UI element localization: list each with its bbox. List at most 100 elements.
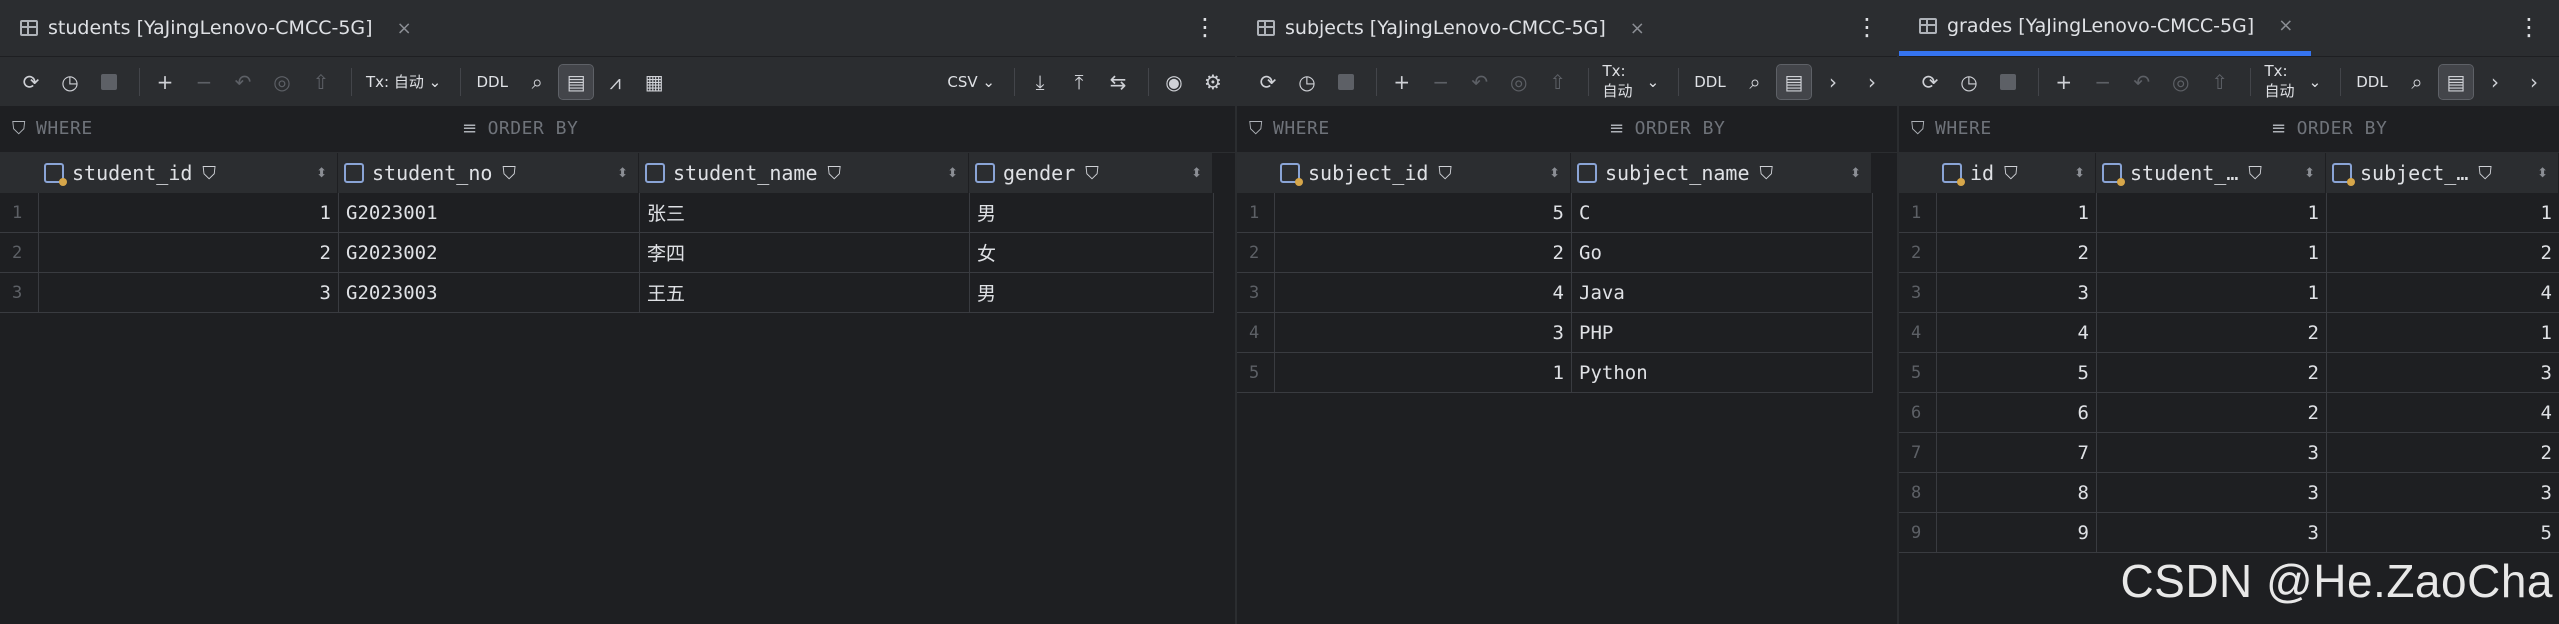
table-row[interactable]: 2 2 1 2 [1899, 233, 2559, 273]
where-filter[interactable]: ⛉ WHERE [1911, 118, 1992, 139]
cell-id[interactable]: 6 [1936, 393, 2096, 432]
cell-subject-id[interactable]: 2 [2326, 433, 2559, 472]
cell-id[interactable]: 9 [1936, 513, 2096, 552]
add-row-icon[interactable]: + [1385, 65, 1419, 99]
stop-icon[interactable] [92, 65, 126, 99]
column-header-subject-name[interactable]: subject_name ⛉ ⬍ [1571, 153, 1872, 193]
column-filter-icon[interactable]: ⛉ [502, 163, 516, 184]
cell-id[interactable]: 5 [1936, 353, 2096, 392]
compare-icon[interactable]: ⇆ [1101, 65, 1135, 99]
history-icon[interactable]: ◷ [53, 65, 87, 99]
cell-subject-name[interactable]: C [1571, 193, 1873, 232]
delete-row-icon[interactable]: − [1424, 65, 1458, 99]
cell-student-id[interactable]: 1 [2096, 233, 2326, 272]
download-icon[interactable]: ⤓ [1023, 65, 1057, 99]
column-header-id[interactable]: id ⛉ ⬍ [1936, 153, 2096, 193]
cell-subject-id[interactable]: 4 [2326, 273, 2559, 312]
table-row[interactable]: 2 2 Go [1237, 233, 1873, 273]
close-icon[interactable]: × [1630, 18, 1645, 39]
cell-subject-id[interactable]: 5 [2326, 513, 2559, 552]
close-icon[interactable]: × [2278, 15, 2293, 36]
stop-icon[interactable] [1991, 65, 2025, 99]
cell-student-id[interactable]: 2 [2096, 393, 2326, 432]
table-settings-icon[interactable]: ▦ [637, 65, 671, 99]
where-filter[interactable]: ⛉ WHERE [1249, 118, 1330, 139]
table-row[interactable]: 9 9 3 5 [1899, 513, 2559, 553]
more-options-icon[interactable]: ⋮ [1855, 12, 1879, 42]
cell-gender[interactable]: 男 [969, 193, 1214, 232]
cell-subject-id[interactable]: 4 [1274, 273, 1571, 312]
cell-subject-id[interactable]: 1 [1274, 353, 1571, 392]
column-filter-icon[interactable]: ⛉ [202, 163, 216, 184]
cell-student-no[interactable]: G2023001 [338, 193, 639, 232]
table-row[interactable]: 4 4 2 1 [1899, 313, 2559, 353]
refresh-icon[interactable]: ⟳ [1251, 65, 1285, 99]
cell-subject-id[interactable]: 2 [2326, 233, 2559, 272]
history-icon[interactable]: ◷ [1290, 65, 1324, 99]
gear-icon[interactable]: ⚙ [1196, 65, 1230, 99]
cell-student-id[interactable]: 1 [2096, 273, 2326, 312]
close-icon[interactable]: × [397, 18, 412, 39]
sort-arrows-icon[interactable]: ⬍ [1549, 166, 1560, 181]
search-icon[interactable]: ⌕ [520, 65, 554, 99]
more-options-icon[interactable]: ⋮ [2517, 12, 2541, 42]
cell-subject-name[interactable]: PHP [1571, 313, 1873, 352]
cell-student-id[interactable]: 2 [38, 233, 338, 272]
cell-student-id[interactable]: 3 [2096, 513, 2326, 552]
column-filter-icon[interactable]: ⛉ [1760, 163, 1774, 184]
cell-subject-name[interactable]: Java [1571, 273, 1873, 312]
submit-icon[interactable]: ⇧ [304, 65, 338, 99]
sort-arrows-icon[interactable]: ⬍ [1850, 166, 1861, 181]
where-filter[interactable]: ⛉ WHERE [12, 118, 93, 139]
table-row[interactable]: 3 3 G2023003 王五 男 [0, 273, 1214, 313]
cell-subject-id[interactable]: 3 [2326, 353, 2559, 392]
cell-subject-id[interactable]: 3 [1274, 313, 1571, 352]
cell-id[interactable]: 4 [1936, 313, 2096, 352]
value-view-icon[interactable]: ▤ [558, 63, 595, 100]
submit-icon[interactable]: ⇧ [1541, 65, 1575, 99]
more-tools-chevron-icon[interactable]: › [1816, 65, 1850, 99]
cell-student-name[interactable]: 张三 [639, 193, 969, 232]
table-row[interactable]: 5 5 2 3 [1899, 353, 2559, 393]
value-view-icon[interactable]: ▤ [2437, 63, 2474, 100]
cell-student-name[interactable]: 王五 [639, 273, 969, 312]
cell-student-id[interactable]: 1 [2096, 193, 2326, 232]
column-header-subject-id[interactable]: subject_… ⛉ ⬍ [2326, 153, 2559, 193]
cell-student-id[interactable]: 2 [2096, 313, 2326, 352]
transaction-mode-dropdown[interactable]: Tx: 自动 ⌄ [1597, 62, 1666, 100]
table-row[interactable]: 1 5 C [1237, 193, 1873, 233]
column-header-student-no[interactable]: student_no ⛉ ⬍ [338, 153, 639, 193]
overflow-chevron-icon[interactable]: › [1855, 65, 1889, 99]
column-filter-icon[interactable]: ⛉ [1438, 163, 1452, 184]
cell-id[interactable]: 8 [1936, 473, 2096, 512]
column-filter-icon[interactable]: ⛉ [828, 163, 842, 184]
chart-icon[interactable]: ⩘ [598, 65, 632, 99]
sort-arrows-icon[interactable]: ⬍ [2074, 166, 2085, 181]
submit-icon[interactable]: ⇧ [2203, 65, 2237, 99]
table-row[interactable]: 5 1 Python [1237, 353, 1873, 393]
cell-id[interactable]: 7 [1936, 433, 2096, 472]
cell-subject-name[interactable]: Python [1571, 353, 1873, 392]
search-icon[interactable]: ⌕ [2400, 65, 2434, 99]
order-by-filter[interactable]: ≡ ORDER BY [2271, 118, 2387, 139]
cell-subject-id[interactable]: 3 [2326, 473, 2559, 512]
tab-grades[interactable]: grades [YaJingLenovo-CMCC-5G] × [1899, 0, 2312, 56]
table-row[interactable]: 4 3 PHP [1237, 313, 1873, 353]
view-changes-icon[interactable]: ◎ [1502, 65, 1536, 99]
table-row[interactable]: 1 1 G2023001 张三 男 [0, 193, 1214, 233]
cell-subject-id[interactable]: 4 [2326, 393, 2559, 432]
table-row[interactable]: 2 2 G2023002 李四 女 [0, 233, 1214, 273]
sort-arrows-icon[interactable]: ⬍ [316, 166, 327, 181]
cell-student-no[interactable]: G2023002 [338, 233, 639, 272]
export-format-dropdown[interactable]: CSV ⌄ [941, 65, 1001, 99]
order-by-filter[interactable]: ≡ ORDER BY [462, 118, 578, 139]
column-header-student-id[interactable]: student_… ⛉ ⬍ [2096, 153, 2326, 193]
overflow-chevron-icon[interactable]: › [2517, 65, 2551, 99]
value-view-icon[interactable]: ▤ [1775, 63, 1812, 100]
column-filter-icon[interactable]: ⛉ [1085, 163, 1099, 184]
view-changes-icon[interactable]: ◎ [265, 65, 299, 99]
cell-subject-id[interactable]: 2 [1274, 233, 1571, 272]
table-row[interactable]: 3 3 1 4 [1899, 273, 2559, 313]
upload-icon[interactable]: ⤒ [1062, 65, 1096, 99]
revert-icon[interactable]: ↶ [226, 65, 260, 99]
